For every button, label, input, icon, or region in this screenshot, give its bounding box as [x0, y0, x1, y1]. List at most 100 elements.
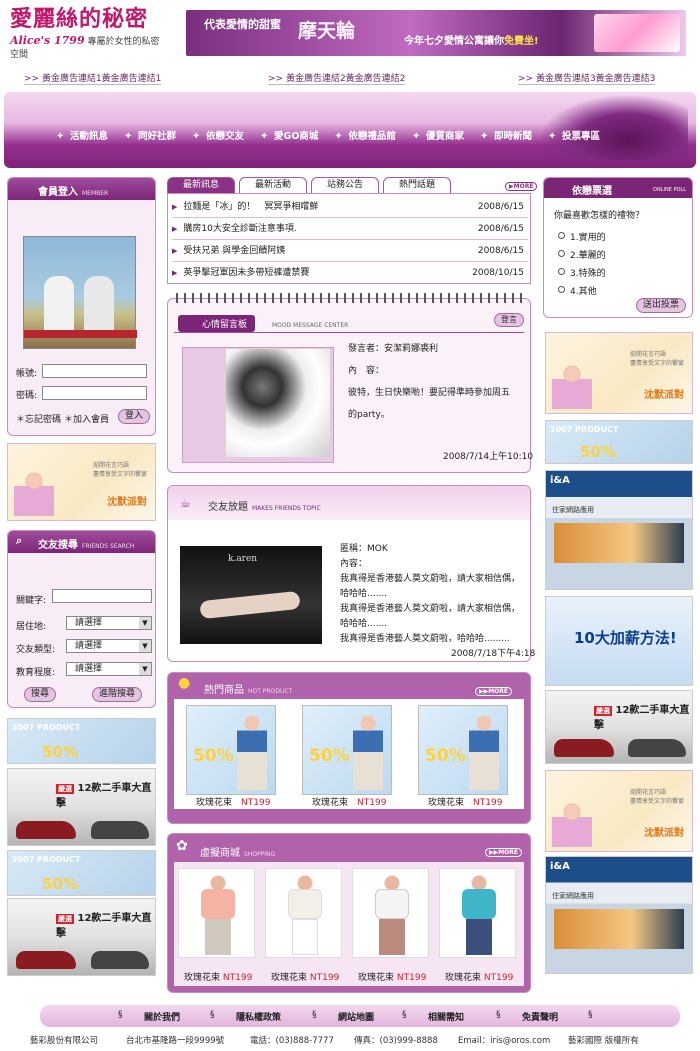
- product-price[interactable]: 玫瑰花束 NT199: [445, 970, 513, 983]
- tab-latest-events[interactable]: 最新活動: [239, 177, 307, 193]
- nav-item-communities[interactable]: ✦ 同好社群: [124, 128, 176, 142]
- news-item[interactable]: 2008/6/15受扶兄弟 與學金回饋阿姨: [172, 240, 528, 262]
- news-item[interactable]: 2008/6/15拉麵是「冰」的！ 冥冥爭相嚐鮮: [172, 196, 528, 218]
- footer-info: 藝彩股份有限公司 台北市基隆路一段9999號 電話：(03)888-7777 傳…: [30, 1036, 639, 1046]
- right-promo-car[interactable]: 嚴選 12款二手車大直擊: [545, 690, 693, 764]
- login-header: 會員登入 MEMBER: [8, 178, 155, 200]
- product-image[interactable]: 50%: [186, 705, 276, 795]
- butterfly-icon: ✦: [124, 131, 133, 142]
- tab-latest-news[interactable]: 最新訊息: [167, 177, 235, 193]
- top-banner[interactable]: 代表愛情的甜蜜 摩天輪 今年七夕愛情公寓讓你免費坐!: [186, 10, 686, 56]
- ad-link-3[interactable]: >> 黃金廣告連結3黃金廣告連結3: [518, 71, 656, 85]
- post-message-button[interactable]: 登言: [494, 313, 524, 327]
- news-tabs: 最新訊息 最新活動 站務公告 熱門話題 ▶MORE: [167, 177, 538, 193]
- footer-link-disclaimer[interactable]: 免責聲明: [522, 1010, 558, 1023]
- news-item[interactable]: 2008/6/15購房10大安全診斷注意事項.: [172, 218, 528, 240]
- right-ad-ia-1[interactable]: i&A 住家網路應用: [545, 470, 693, 590]
- nav-item-events[interactable]: ✦ 活動訊息: [56, 128, 108, 142]
- password-label: 密碼:: [16, 391, 38, 401]
- virtual-mall-panel: ✿ 虛擬商城 SHOPPING ▶▶MORE 玫瑰花束 NT199 玫瑰花束 NT…: [167, 833, 531, 993]
- account-input[interactable]: [42, 364, 147, 378]
- left-promo-product-1[interactable]: 2007 PRODUCT 50%: [7, 718, 156, 764]
- login-button[interactable]: 登入: [118, 409, 150, 424]
- account-label: 帳號:: [16, 369, 38, 379]
- left-promo-car-1[interactable]: 嚴選 12款二手車大直擊: [7, 768, 156, 846]
- product-price[interactable]: 玫瑰花束 NT199: [428, 795, 502, 808]
- butterfly-icon: ✦: [260, 131, 269, 142]
- hot-products-more-link[interactable]: ▶▶MORE: [474, 687, 512, 696]
- left-promo-product-2[interactable]: 2007 PRODUCT 50%: [7, 850, 156, 896]
- ad-link-2[interactable]: >> 黃金廣告連結2黃金廣告連結2: [268, 71, 406, 85]
- news-more-link[interactable]: ▶MORE: [505, 182, 538, 191]
- join-member-link[interactable]: ＊加入會員: [64, 412, 109, 425]
- product-price[interactable]: 玫瑰花束 NT199: [358, 970, 426, 983]
- main-nav: ✦ 活動訊息 ✦ 同好社群 ✦ 依戀交友 ✦ 愛GO商城 ✦ 依戀禮品館 ✦ 優質商家 ✦ 即…: [4, 92, 696, 168]
- mall-product-image[interactable]: [439, 868, 516, 958]
- poll-option-radio[interactable]: [558, 286, 565, 293]
- password-input[interactable]: [42, 386, 147, 400]
- ad-link-1[interactable]: >> 黃金廣告連結1黃金廣告連結1: [24, 71, 162, 85]
- poll-option-radio[interactable]: [558, 232, 565, 239]
- left-promo-car-2[interactable]: 嚴選 12款二手車大直擊: [7, 898, 156, 976]
- nav-item-merchants[interactable]: ✦ 優質商家: [412, 128, 464, 142]
- location-select[interactable]: 請選擇: [66, 616, 152, 630]
- right-ad-party-2[interactable]: 拋開花言巧語 盡情享受文字的饗宴 沈默派對: [545, 770, 693, 852]
- forgot-password-link[interactable]: ＊忘記密碼: [16, 412, 61, 425]
- product-price[interactable]: 玫瑰花束 NT199: [196, 795, 270, 808]
- nav-silhouette-decoration: [538, 94, 688, 160]
- friend-topic-photo[interactable]: k.aren: [180, 546, 322, 644]
- left-ad-party[interactable]: 拋開花言巧語 盡情享受文字的饗宴 沈默派對: [7, 443, 156, 521]
- right-ad-party-1[interactable]: 拋開花言巧語 盡情享受文字的饗宴 沈默派對: [545, 332, 693, 414]
- ad-link-bar: >> 黃金廣告連結1黃金廣告連結1 >> 黃金廣告連結2黃金廣告連結2 >> 黃…: [0, 71, 700, 87]
- product-price[interactable]: 玫瑰花束 NT199: [184, 970, 252, 983]
- shirt-swatch: [375, 889, 409, 919]
- product-image[interactable]: 50%: [418, 705, 508, 795]
- login-panel: 會員登入 MEMBER 帳號: 密碼: ＊忘記密碼 ＊加入會員 登入: [7, 177, 156, 436]
- product-price[interactable]: 玫瑰花束 NT199: [312, 795, 386, 808]
- nav-item-vote[interactable]: ✦ 投票專區: [548, 128, 600, 142]
- search-button[interactable]: 搜尋: [24, 687, 56, 702]
- balloon-icon: ●: [178, 675, 191, 691]
- news-item[interactable]: 2008/10/15英爭擊冠軍因未多帶短褲遭禁賽: [172, 262, 528, 284]
- product-image[interactable]: 50%: [302, 705, 392, 795]
- shirt-swatch: [462, 889, 496, 919]
- education-select[interactable]: 請選擇: [66, 662, 152, 676]
- advanced-search-button[interactable]: 進階搜尋: [92, 687, 142, 702]
- spiral-binding: [176, 293, 524, 303]
- tab-announcements[interactable]: 站務公告: [311, 177, 379, 193]
- poll-option-radio[interactable]: [558, 250, 565, 257]
- banner-right-text: 今年七夕愛情公寓讓你: [404, 36, 504, 47]
- footer-link-about[interactable]: 關於我們: [144, 1010, 180, 1023]
- footer-link-privacy[interactable]: 隱私權政策: [236, 1010, 281, 1023]
- submit-poll-button[interactable]: 送出投票: [636, 298, 686, 313]
- friend-topic-panel: ☕ 交友放題 MAKES FRIENDS TOPIC k.aren 匿稱：MOK …: [167, 485, 535, 662]
- mall-product-image[interactable]: [178, 868, 255, 958]
- keyword-input[interactable]: [52, 589, 152, 603]
- banner-mid-text: 摩天輪: [298, 20, 356, 42]
- news-list: 2008/6/15拉麵是「冰」的！ 冥冥爭相嚐鮮 2008/6/15購房10大安…: [167, 193, 531, 284]
- footer-link-notice[interactable]: 相關需知: [428, 1010, 464, 1023]
- product-price[interactable]: 玫瑰花束 NT199: [271, 970, 339, 983]
- site-logo[interactable]: 愛麗絲的秘密 Alice's 1799 專屬於女性的私密空間: [10, 6, 165, 60]
- tab-hot-topics[interactable]: 熱門話題: [383, 177, 451, 193]
- footer-link-sitemap[interactable]: 網站地圖: [338, 1010, 374, 1023]
- search-header: ⌕ 交友搜尋 FRIENDS SEARCH: [8, 531, 155, 553]
- nav-item-mall[interactable]: ✦ 愛GO商城: [260, 128, 318, 142]
- login-photo: [23, 236, 137, 349]
- footer-links-bar: § 關於我們 § 隱私權政策 § 網站地圖 § 相關需知 § 免責聲明 §: [40, 1005, 680, 1027]
- nav-item-dating[interactable]: ✦ 依戀交友: [192, 128, 244, 142]
- right-promo-product-1[interactable]: 2007 PRODUCT 50%: [545, 420, 693, 464]
- mall-more-link[interactable]: ▶▶MORE: [484, 848, 522, 857]
- hot-products-title: 熱門商品 HOT PRODUCT: [204, 685, 293, 696]
- right-ad-ia-2[interactable]: i&A 住家網路應用: [545, 856, 693, 974]
- dating-type-select[interactable]: 請選擇: [66, 639, 152, 653]
- poll-option-radio[interactable]: [558, 268, 565, 275]
- right-ad-salary[interactable]: 10大加薪方法!: [545, 596, 693, 686]
- butterfly-icon: ✦: [479, 131, 489, 142]
- nav-item-news[interactable]: ✦ 即時新聞: [480, 128, 532, 142]
- nav-item-gift[interactable]: ✦ 依戀禮品館: [334, 128, 396, 142]
- butterfly-icon: ✦: [334, 131, 343, 142]
- friend-search-panel: ⌕交友搜尋FRIENDS SEARCH 關鍵字: 居住地: 請選擇 交友類型: …: [7, 530, 156, 708]
- mall-product-image[interactable]: [265, 868, 342, 958]
- mall-product-image[interactable]: [352, 868, 429, 958]
